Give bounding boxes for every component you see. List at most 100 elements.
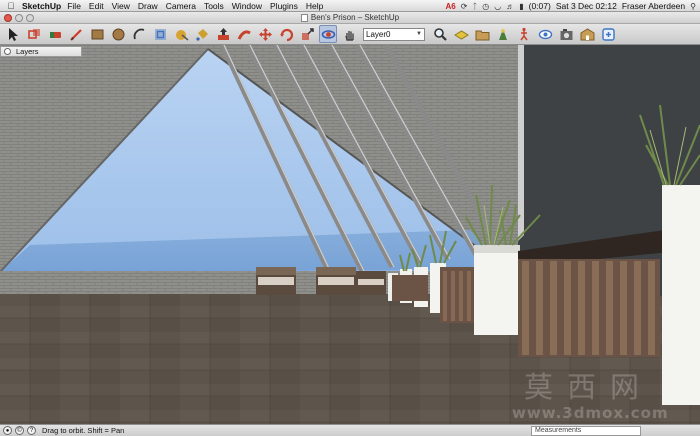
paint-bucket-icon xyxy=(195,27,210,42)
look-around-button[interactable] xyxy=(536,25,554,43)
eraser-button[interactable] xyxy=(46,25,64,43)
clock[interactable]: Sat 3 Dec 02:12 xyxy=(556,1,617,11)
menu-plugins[interactable]: Plugins xyxy=(270,1,298,11)
folder-icon xyxy=(475,27,490,42)
tape-measure-icon xyxy=(174,27,189,42)
rectangle-icon xyxy=(90,27,105,42)
app-menu[interactable]: SketchUp xyxy=(22,1,61,11)
menu-file[interactable]: File xyxy=(67,1,81,11)
window-controls xyxy=(4,14,34,22)
follow-me-button[interactable] xyxy=(235,25,253,43)
tape-measure-button[interactable] xyxy=(172,25,190,43)
menu-tools[interactable]: Tools xyxy=(204,1,224,11)
rotate-button[interactable] xyxy=(277,25,295,43)
photo-textures-icon xyxy=(559,27,574,42)
tool-group-secondary xyxy=(431,25,620,43)
walk-button[interactable] xyxy=(515,25,533,43)
menu-bar:  SketchUp File Edit View Draw Camera To… xyxy=(0,0,700,12)
apple-menu-icon[interactable]:  xyxy=(4,1,18,11)
layers-collapse-button[interactable] xyxy=(4,48,11,55)
minimize-window-button[interactable] xyxy=(15,14,23,22)
zoom-window-button[interactable] xyxy=(26,14,34,22)
pan-icon xyxy=(342,27,357,42)
rectangle-button[interactable] xyxy=(88,25,106,43)
layer-select[interactable]: Layer0 ▼ xyxy=(363,27,425,41)
orbit-button[interactable] xyxy=(319,25,337,43)
photo-textures-button[interactable] xyxy=(557,25,575,43)
follow-me-icon xyxy=(237,27,252,42)
large-planter xyxy=(662,185,700,405)
watermark-url: www.3dmox.com xyxy=(512,404,669,422)
orbit-icon xyxy=(321,27,336,42)
pan-button[interactable] xyxy=(340,25,358,43)
geo-location-icon[interactable]: ● xyxy=(3,426,12,435)
extension-button[interactable] xyxy=(599,25,617,43)
layers-palette[interactable]: Layers xyxy=(0,46,82,57)
document-icon xyxy=(300,14,308,22)
adobe-icon[interactable]: A6 xyxy=(446,2,456,11)
3d-warehouse-button[interactable] xyxy=(578,25,596,43)
menu-draw[interactable]: Draw xyxy=(138,1,158,11)
paint-bucket-button[interactable] xyxy=(193,25,211,43)
pencil-line-icon xyxy=(69,27,84,42)
make-component-button[interactable] xyxy=(25,25,43,43)
circle-button[interactable] xyxy=(109,25,127,43)
menu-camera[interactable]: Camera xyxy=(166,1,196,11)
bluetooth-icon[interactable]: ᛏ xyxy=(472,2,477,11)
toolbar: Layer0 ▼ xyxy=(0,24,700,45)
circle-icon xyxy=(111,27,126,42)
window-titlebar: Ben's Prison – SketchUp xyxy=(0,12,700,24)
offset-icon xyxy=(153,27,168,42)
menu-view[interactable]: View xyxy=(112,1,130,11)
select-tool-button[interactable] xyxy=(4,25,22,43)
menubar-status-area: A6 ⟳ ᛏ ◷ ◡ ♬ ▮ (0:07) Sat 3 Dec 02:12 Fr… xyxy=(446,0,697,12)
arc-button[interactable] xyxy=(130,25,148,43)
status-bar: ● © ? Drag to orbit. Shift = Pan Measure… xyxy=(0,424,700,436)
pencil-line-button[interactable] xyxy=(67,25,85,43)
user-name[interactable]: Fraser Aberdeen xyxy=(622,1,685,11)
arc-icon xyxy=(132,27,147,42)
adobe-badge: 6 xyxy=(451,1,456,11)
window-title: Ben's Prison – SketchUp xyxy=(300,12,400,24)
zoom-icon xyxy=(433,27,448,42)
position-camera-icon xyxy=(496,27,511,42)
time-machine-icon[interactable]: ◷ xyxy=(482,2,489,11)
layer-icon xyxy=(453,27,469,42)
rotate-icon xyxy=(279,27,294,42)
help-icon[interactable]: ? xyxy=(27,426,36,435)
menu-window[interactable]: Window xyxy=(232,1,262,11)
layer-button[interactable] xyxy=(452,25,470,43)
make-component-icon xyxy=(27,27,42,42)
volume-icon[interactable]: ♬ xyxy=(506,2,514,11)
battery-time: (0:07) xyxy=(528,1,551,11)
walk-icon xyxy=(517,27,532,42)
push-pull-button[interactable] xyxy=(214,25,232,43)
measurements-label: Measurements xyxy=(535,427,582,434)
look-around-icon xyxy=(538,27,553,42)
offset-button[interactable] xyxy=(151,25,169,43)
3d-warehouse-icon xyxy=(580,27,595,42)
eraser-icon xyxy=(48,27,63,42)
credits-icon[interactable]: © xyxy=(15,426,24,435)
sync-icon[interactable]: ⟳ xyxy=(461,2,468,11)
layer-select-value: Layer0 xyxy=(366,29,391,39)
spotlight-icon[interactable]: ⚲ xyxy=(690,2,696,11)
move-button[interactable] xyxy=(256,25,274,43)
position-camera-button[interactable] xyxy=(494,25,512,43)
wall-edge xyxy=(518,45,524,241)
close-window-button[interactable] xyxy=(4,14,12,22)
push-pull-icon xyxy=(216,27,231,42)
sofa-group xyxy=(256,267,386,295)
window-title-text: Ben's Prison – SketchUp xyxy=(310,13,400,22)
folder-button[interactable] xyxy=(473,25,491,43)
measurements-box[interactable]: Measurements xyxy=(531,426,641,436)
wifi-icon[interactable]: ◡ xyxy=(494,2,501,11)
layers-palette-title: Layers xyxy=(16,47,39,56)
zoom-button[interactable] xyxy=(431,25,449,43)
tool-group-main xyxy=(4,25,361,43)
menu-help[interactable]: Help xyxy=(306,1,323,11)
menu-edit[interactable]: Edit xyxy=(89,1,104,11)
battery-icon[interactable]: ▮ xyxy=(519,2,523,11)
scale-button[interactable] xyxy=(298,25,316,43)
select-tool-icon xyxy=(6,27,21,42)
